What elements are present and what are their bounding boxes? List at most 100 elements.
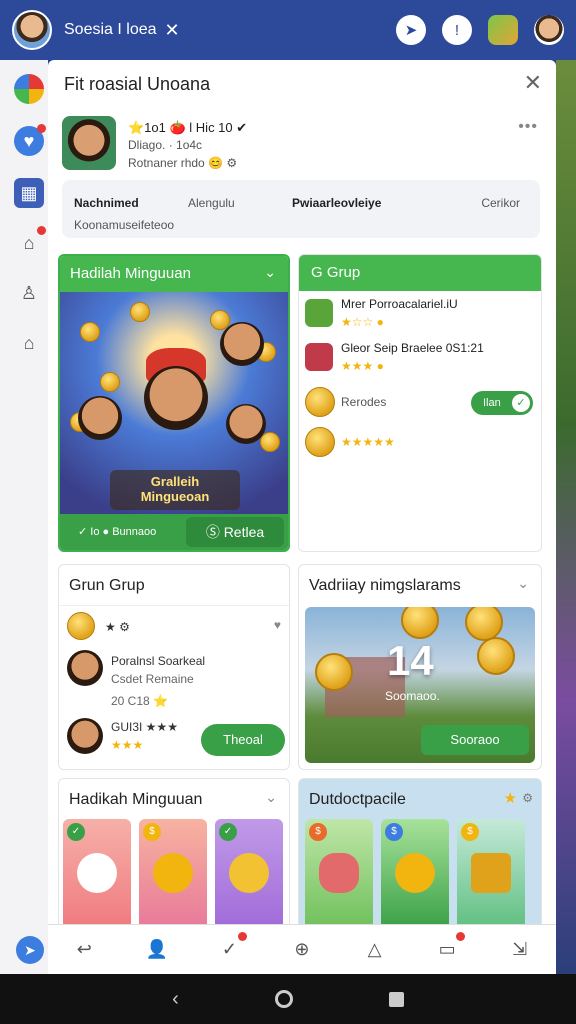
- chevron-down-icon[interactable]: ⌄: [264, 264, 276, 281]
- item-tile[interactable]: $: [305, 819, 373, 929]
- stat-label[interactable]: Cerikor: [481, 196, 520, 210]
- item-name: Gleor Seip Braelee 0S1:21: [341, 341, 484, 355]
- compass-icon[interactable]: ➤: [396, 15, 426, 45]
- profile-stats: ⭐1o1 🍅 l Hic 10 ✔: [128, 120, 248, 135]
- user-avatar[interactable]: [12, 10, 52, 50]
- like-icon[interactable]: ♥: [274, 618, 281, 632]
- item-tile[interactable]: $: [139, 819, 207, 929]
- game-app-icon[interactable]: [488, 15, 518, 45]
- coin-icon: [305, 387, 335, 417]
- people-icon[interactable]: ♙: [14, 278, 44, 308]
- rating-stars: ★☆☆ ●: [341, 315, 384, 329]
- home-button-icon[interactable]: [274, 990, 293, 1008]
- home-icon[interactable]: ⌂: [14, 226, 46, 258]
- item-tile[interactable]: ✓: [215, 819, 283, 929]
- card-title: G Grup: [299, 255, 541, 291]
- rating-stars: ★★★ ●: [341, 359, 384, 373]
- stats-box: Nachnimed Alengulu Pwiaarleovleiye Cerik…: [62, 180, 540, 238]
- list-item[interactable]: Mrer Porroacalariel.iU ★☆☆ ●: [305, 297, 537, 333]
- chat-icon[interactable]: ▭: [433, 931, 466, 964]
- game-icon: [305, 299, 333, 327]
- countdown-number: 14: [387, 637, 434, 684]
- list-item[interactable]: ★★★★★: [305, 427, 537, 463]
- recents-icon[interactable]: [388, 991, 404, 1007]
- stat-label[interactable]: Alengulu: [188, 196, 235, 210]
- stat-sublabel: Koonamuseifeteoo: [74, 218, 175, 232]
- card-title: Vadriiay nimgslarams: [309, 577, 461, 594]
- heart-icon[interactable]: ♥: [14, 124, 46, 156]
- panel-title: Fit roasial Unoana: [64, 74, 211, 94]
- banner-line: Mingueoan: [140, 489, 210, 504]
- badge: $: [461, 823, 479, 841]
- star-icon[interactable]: ★: [504, 789, 517, 807]
- colorwheel-icon[interactable]: [14, 74, 44, 104]
- item-tile[interactable]: ✓: [63, 819, 131, 929]
- send-icon[interactable]: △: [361, 936, 389, 964]
- group-list: ★ ⚙ ♥ Poralnsl Soarkeal Csdet Remaine 20…: [59, 605, 289, 769]
- house-icon[interactable]: ⌂: [14, 328, 44, 358]
- close-icon[interactable]: ✕: [165, 20, 180, 41]
- list-item[interactable]: Rerodes Ilan: [305, 387, 537, 423]
- close-icon[interactable]: ✕: [524, 70, 542, 96]
- stat-label[interactable]: Pwiaarleovleiye: [292, 196, 381, 210]
- main-panel: Fit roasial Unoana ✕ ⭐1o1 🍅 l Hic 10 ✔ D…: [48, 60, 556, 974]
- back-icon[interactable]: ‹: [172, 988, 179, 1011]
- countdown-label: Soomaoo.: [385, 689, 440, 703]
- rating-stars: ★★★: [111, 738, 144, 752]
- profile-picture[interactable]: [62, 116, 116, 170]
- video-card[interactable]: Vadriiay nimgslarams ⌄ 14 Soomaoo. Soora…: [298, 564, 542, 770]
- right-background-strip: [556, 60, 576, 974]
- weekly-reward-card[interactable]: Hadilah Minguuan ⌄ Gralleih Mingueoan ✓ …: [58, 254, 290, 552]
- item-tile[interactable]: $: [457, 819, 525, 929]
- profile-status: Rotnaner rhdo 😊 ⚙: [128, 156, 238, 170]
- share-icon[interactable]: ⇲: [506, 936, 534, 964]
- avatar[interactable]: [67, 650, 103, 686]
- rating-stars: ★★★★★: [341, 435, 395, 449]
- join-button[interactable]: Theoal: [201, 724, 285, 756]
- coin-icon: [305, 427, 335, 457]
- card-title: Hadikah Minguuan: [69, 791, 203, 808]
- bottom-nav: ↩ 👤 ✓ ⊕ △ ▭ ⇲: [48, 924, 556, 974]
- list-item[interactable]: Gleor Seip Braelee 0S1:21 ★★★ ●: [305, 341, 537, 377]
- profile-icon[interactable]: [534, 15, 564, 45]
- card-header: Hadilah Minguuan ⌄: [60, 256, 288, 292]
- member-status: Csdet Remaine: [111, 672, 194, 686]
- chevron-down-icon[interactable]: ⌄: [517, 575, 529, 592]
- chevron-down-icon[interactable]: ⌄: [265, 789, 277, 806]
- profile-header: ⭐1o1 🍅 l Hic 10 ✔ Dliago. · 1o4c Rotnane…: [62, 116, 542, 172]
- settings-icon[interactable]: ⚙: [522, 791, 533, 805]
- claim-button[interactable]: Ⓢ Retlea: [186, 517, 284, 547]
- stat-label[interactable]: Nachnimed: [74, 196, 139, 210]
- badge: ✓: [219, 823, 237, 841]
- pin-icon[interactable]: ➤: [16, 936, 44, 964]
- check-icon[interactable]: ✓: [215, 931, 248, 964]
- gift-icon[interactable]: ▦: [14, 178, 44, 208]
- badge: ✓: [67, 823, 85, 841]
- card-title: Dutdoctpacile: [309, 791, 406, 808]
- card-title: Hadilah Minguuan: [70, 265, 191, 282]
- badge: $: [385, 823, 403, 841]
- system-nav-bar: ‹: [0, 974, 576, 1024]
- left-rail: ♥ ▦ ⌂ ♙ ⌂: [0, 60, 48, 974]
- item-tile[interactable]: $: [381, 819, 449, 929]
- footer-status: ✓ Io ● Bunnaoo: [78, 526, 157, 538]
- toggle-button[interactable]: Ilan: [471, 391, 533, 415]
- group-card: G Grup Mrer Porroacalariel.iU ★☆☆ ● Gleo…: [298, 254, 542, 552]
- banner-line: Gralleih: [150, 474, 200, 489]
- badge: $: [309, 823, 327, 841]
- person-icon[interactable]: 👤: [143, 936, 171, 964]
- info-icon[interactable]: !: [442, 15, 472, 45]
- rating-stars: GUI3I ★★★: [111, 720, 178, 734]
- add-icon[interactable]: ⊕: [288, 936, 316, 964]
- reward-banner: Gralleih Mingueoan: [110, 470, 240, 510]
- top-bar: Soesia I loea ✕ ➤ !: [0, 0, 576, 60]
- coin-icon: [67, 612, 95, 640]
- app-title: Soesia I loea: [64, 21, 157, 38]
- play-button[interactable]: Sooraoo: [421, 725, 529, 755]
- avatar[interactable]: [67, 718, 103, 754]
- video-thumbnail[interactable]: 14 Soomaoo. Sooraoo: [305, 607, 535, 763]
- card-title: Grun Grup: [69, 577, 145, 594]
- member-meta: 20 C18 ⭐: [111, 694, 168, 708]
- return-icon[interactable]: ↩: [70, 936, 98, 964]
- more-icon[interactable]: •••: [518, 118, 538, 136]
